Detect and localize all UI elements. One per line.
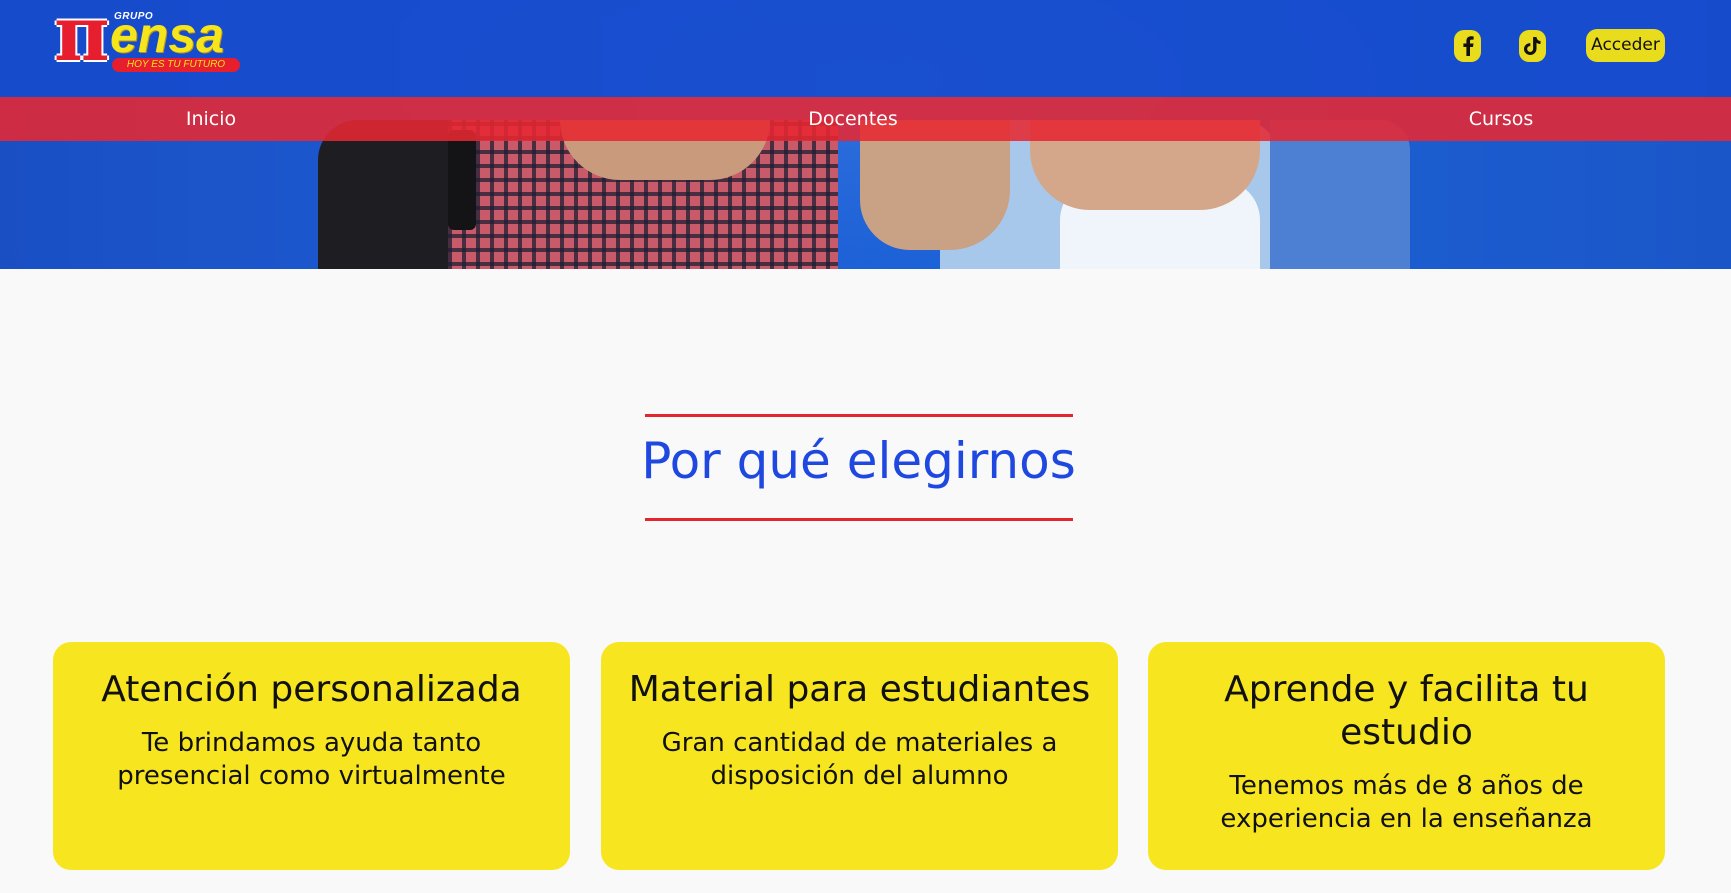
- feature-card-aprende: Aprende y facilita tu estudio Tenemos má…: [1148, 642, 1665, 870]
- feature-card-text: Te brindamos ayuda tanto presencial como…: [117, 728, 506, 791]
- tiktok-button[interactable]: [1519, 30, 1546, 62]
- nav-item-docentes[interactable]: Docentes: [808, 97, 897, 141]
- logo[interactable]: π ensa GRUPO HOY ES TU FUTURO: [52, 0, 252, 78]
- title-rule-bottom: [645, 518, 1073, 521]
- nav-item-inicio[interactable]: Inicio: [186, 97, 236, 141]
- feature-card-title: Aprende y facilita tu estudio: [1224, 669, 1589, 753]
- logo-pi-symbol: π: [54, 0, 110, 78]
- acceder-button[interactable]: Acceder: [1586, 29, 1665, 62]
- feature-card-atencion: Atención personalizada Te brindamos ayud…: [53, 642, 570, 870]
- facebook-icon: [1462, 36, 1474, 56]
- hero-student-jacket: [1270, 120, 1410, 269]
- logo-tagline: HOY ES TU FUTURO: [112, 58, 240, 72]
- feature-card-title: Material para estudiantes: [628, 669, 1091, 710]
- title-rule-top: [645, 414, 1073, 417]
- feature-card-title: Atención personalizada: [101, 669, 522, 710]
- feature-card-text: Gran cantidad de materiales a disposició…: [661, 728, 1058, 791]
- logo-grupo-label: GRUPO: [114, 11, 154, 22]
- facebook-button[interactable]: [1454, 30, 1481, 62]
- feature-card-material: Material para estudiantes Gran cantidad …: [601, 642, 1118, 870]
- tiktok-icon: [1523, 37, 1540, 55]
- nav-item-cursos[interactable]: Cursos: [1469, 97, 1534, 141]
- feature-card-text: Tenemos más de 8 años de experiencia en …: [1220, 771, 1593, 834]
- hero-backpack-strap: [448, 130, 476, 230]
- section-title: Por qué elegirnos: [641, 432, 1076, 490]
